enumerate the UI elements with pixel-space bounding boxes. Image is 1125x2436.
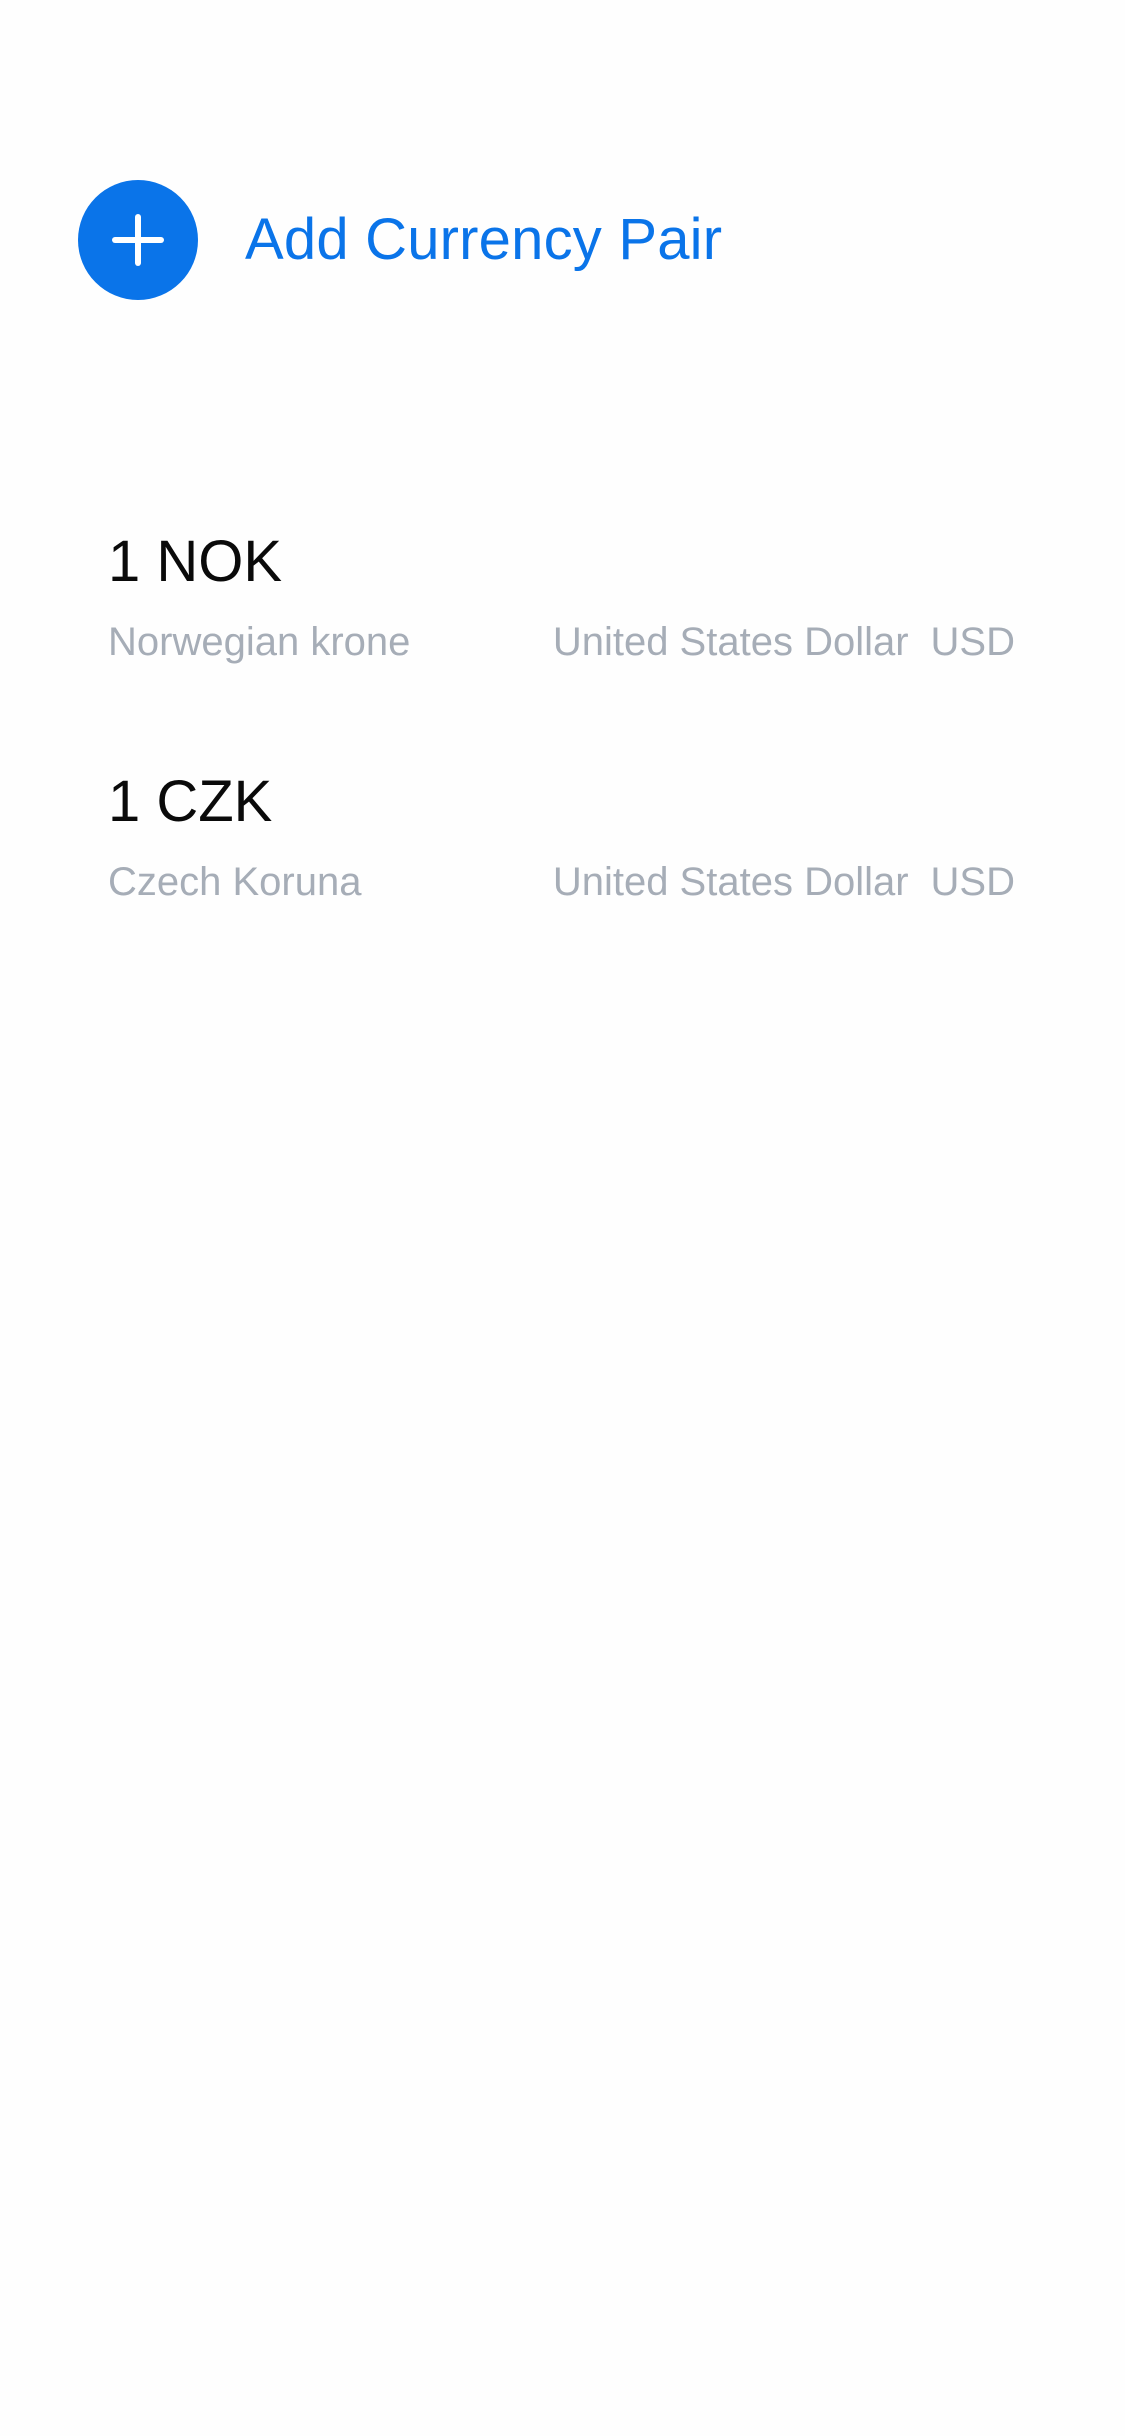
currency-pair-row-nok-usd[interactable]: 1 NOK Norwegian krone United States Doll… <box>0 520 1125 760</box>
pair-base-currency-name: Czech Koruna <box>108 860 362 904</box>
pair-quote-currency: United States Dollar USD <box>553 860 1015 904</box>
add-currency-pair-button[interactable]: Add Currency Pair <box>78 180 722 300</box>
add-currency-pair-label: Add Currency Pair <box>245 207 723 272</box>
pair-base-amount: 1 NOK <box>108 529 283 594</box>
pair-base-currency-name: Norwegian krone <box>108 620 411 664</box>
pair-quote-currency-name: United States Dollar <box>552 620 909 664</box>
currency-pair-list: 1 NOK Norwegian krone United States Doll… <box>0 520 1125 1000</box>
pair-quote-currency-code: USD <box>930 620 1015 664</box>
pair-base-amount: 1 CZK <box>108 769 273 834</box>
currency-pairs-screen: Add Currency Pair 1 NOK Norwegian krone … <box>0 0 1125 2436</box>
pair-quote-currency: United States Dollar USD <box>553 620 1015 664</box>
plus-icon <box>78 180 198 300</box>
pair-quote-currency-name: United States Dollar <box>552 860 909 904</box>
pair-quote-currency-code: USD <box>930 860 1015 904</box>
currency-pair-row-czk-usd[interactable]: 1 CZK Czech Koruna United States Dollar U… <box>0 760 1125 1000</box>
